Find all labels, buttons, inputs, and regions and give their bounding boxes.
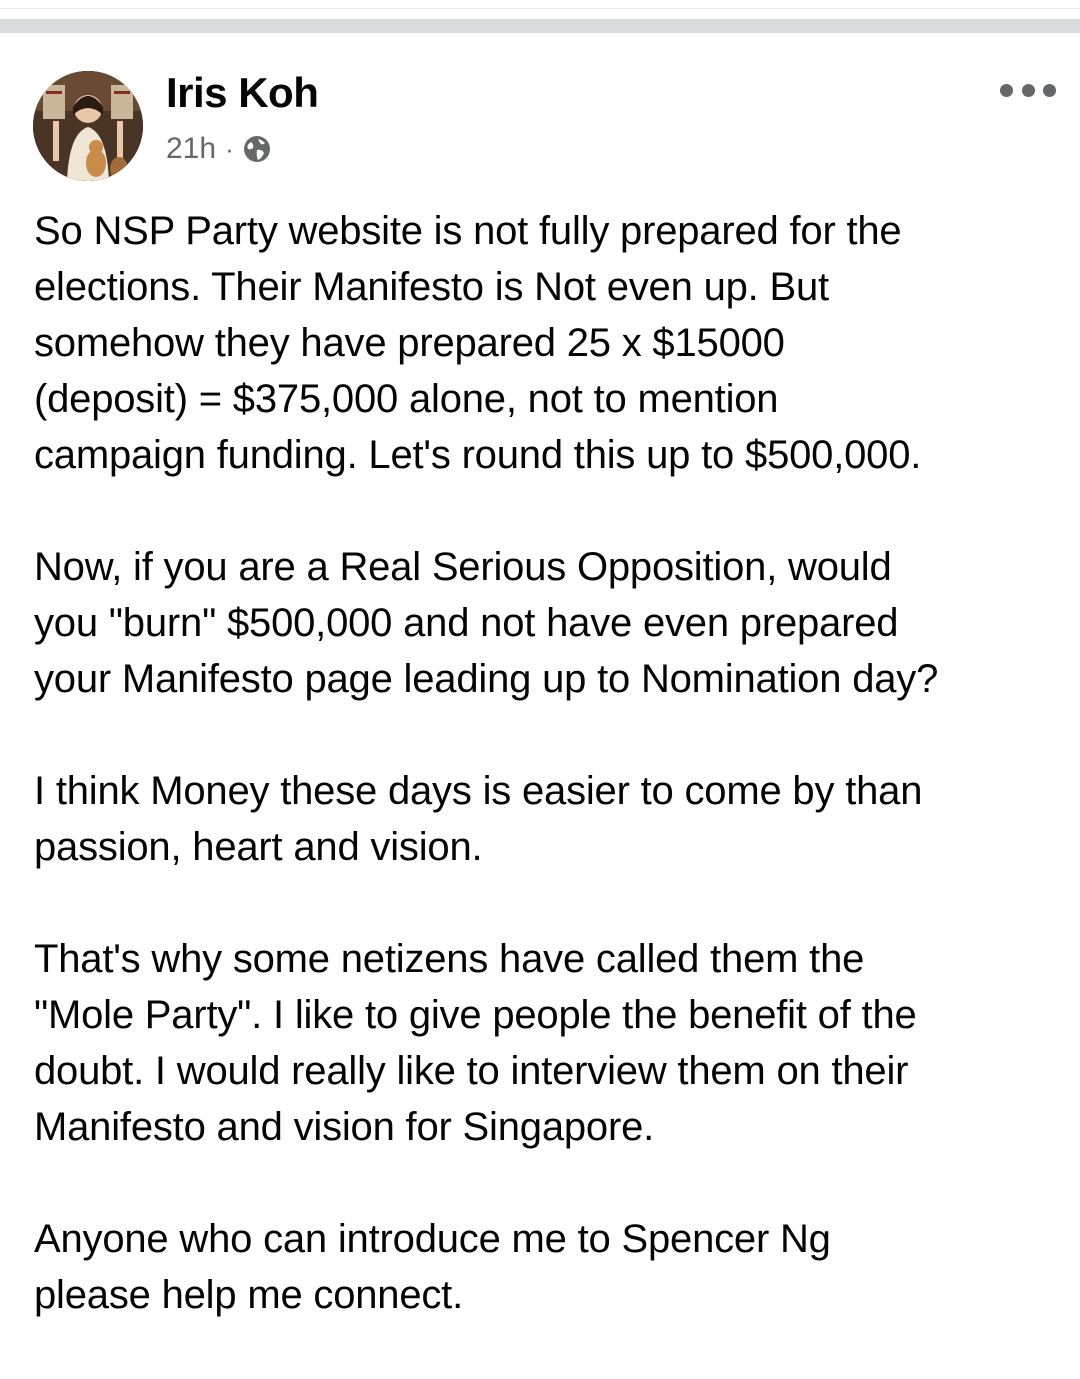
author-name[interactable]: Iris Koh xyxy=(166,69,319,117)
post-body: So NSP Party website is not fully prepar… xyxy=(34,203,1064,1379)
avatar[interactable] xyxy=(33,71,143,181)
post-time[interactable]: 21h xyxy=(166,132,216,166)
globe-icon[interactable] xyxy=(242,134,272,164)
post-paragraph: Now, if you are a Real Serious Oppositio… xyxy=(34,545,939,701)
more-options-icon[interactable] xyxy=(1000,78,1056,102)
meta-separator: · xyxy=(225,133,234,164)
facebook-post: Iris Koh 21h · So NSP Party website is n… xyxy=(0,33,1080,1323)
avatar-image xyxy=(33,71,143,181)
feed-divider xyxy=(0,19,1080,33)
top-strip xyxy=(0,0,1080,9)
post-paragraph: So NSP Party website is not fully prepar… xyxy=(34,209,922,477)
post-paragraph: I think Money these days is easier to co… xyxy=(34,769,923,869)
post-paragraph: Anyone who can introduce me to Spencer N… xyxy=(34,1217,831,1317)
post-paragraph: That's why some netizens have called the… xyxy=(34,937,917,1149)
post-meta: 21h · xyxy=(166,131,272,167)
